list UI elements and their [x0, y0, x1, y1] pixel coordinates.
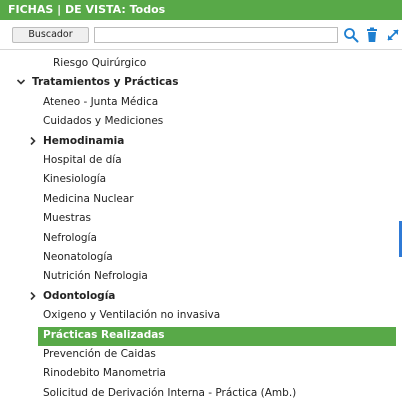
tree-item[interactable]: Medicina Nuclear	[0, 190, 396, 209]
tree-item[interactable]: Rinodebito Manometria	[0, 364, 396, 383]
tree-item[interactable]: Tratamientos y Prácticas	[0, 73, 396, 92]
tree-item[interactable]: Oxigeno y Ventilación no invasiva	[0, 306, 396, 325]
tree-item[interactable]: Ateneo - Junta Médica	[0, 93, 396, 112]
trash-icon[interactable]	[364, 27, 380, 43]
tree-item-label: Nefrología	[43, 231, 97, 244]
search-button[interactable]: Buscador	[12, 27, 89, 43]
panel-title: FICHAS | DE VISTA: Todos	[0, 0, 402, 20]
tree-item-label: Oxigeno y Ventilación no invasiva	[43, 309, 221, 322]
tree-list: Riesgo Quirúrgico Tratamientos y Práctica…	[0, 50, 402, 399]
search-input[interactable]	[94, 27, 338, 43]
expand-icon[interactable]	[385, 27, 401, 43]
tree-item-label: Riesgo Quirúrgico	[53, 57, 147, 69]
tree-item[interactable]: Muestras	[0, 209, 396, 228]
tree-item[interactable]: Nutrición Nefrologia	[0, 267, 396, 286]
tree-item[interactable]: Neonatología	[0, 248, 396, 267]
tree-item-label: Muestras	[43, 212, 91, 225]
tree-item-label: Tratamientos y Prácticas	[32, 76, 179, 89]
tree-item[interactable]: Prevención de Caidas	[0, 345, 396, 364]
tree-item-label: Nutrición Nefrologia	[43, 270, 148, 283]
search-icon[interactable]	[343, 27, 359, 43]
chevron-down-icon[interactable]	[16, 77, 26, 87]
tree-item-label: Kinesiología	[43, 173, 107, 186]
tree-item[interactable]: Kinesiología	[0, 170, 396, 189]
tree-item-label: Medicina Nuclear	[43, 192, 134, 205]
tree-item[interactable]: Riesgo Quirúrgico	[0, 54, 396, 73]
tree-item-label: Rinodebito Manometria	[43, 367, 166, 380]
tree-item-label: Odontología	[43, 289, 116, 302]
tree-item-label: Solicitud de Derivación Interna - Prácti…	[43, 386, 297, 399]
tree-item-label: Cuidados y Mediciones	[43, 115, 164, 128]
tree-item[interactable]: Solicitud de Derivación Interna - Prácti…	[0, 384, 396, 403]
tree-item-label: Hospital de día	[43, 154, 122, 166]
tree-item[interactable]: Hospital de día	[0, 151, 396, 170]
tree-item-label: Prevención de Caidas	[43, 348, 156, 360]
tree-item-label: Prácticas Realizadas	[43, 328, 165, 341]
chevron-right-icon[interactable]	[28, 136, 38, 146]
tree-item-label: Hemodinamia	[43, 134, 125, 147]
chevron-right-icon[interactable]	[28, 291, 38, 301]
tree-item-selected[interactable]: Prácticas Realizadas	[0, 326, 396, 346]
tree-item[interactable]: Odontología	[0, 287, 396, 306]
tree-item[interactable]: Cuidados y Mediciones	[0, 112, 396, 131]
tree-item[interactable]: Nefrología	[0, 229, 396, 248]
tree-item[interactable]: Hemodinamia	[0, 132, 396, 151]
tree-item-label: Neonatología	[43, 251, 113, 263]
tree-item-label: Ateneo - Junta Médica	[43, 95, 159, 108]
